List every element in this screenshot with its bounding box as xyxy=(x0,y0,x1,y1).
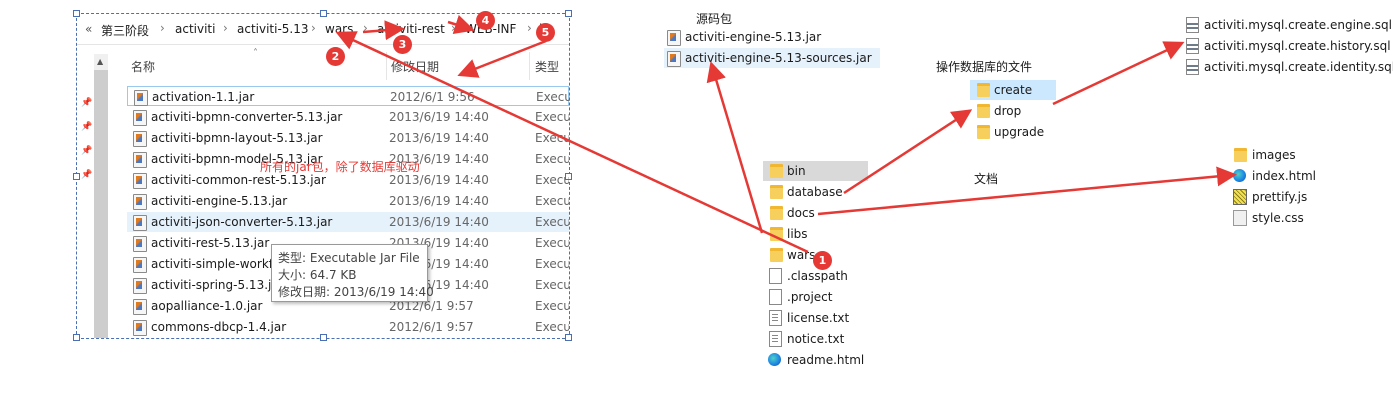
arrow-web-inf xyxy=(447,14,475,34)
arrow-wars xyxy=(335,31,809,254)
arrow-lib xyxy=(457,39,547,78)
arrow-libs-source xyxy=(706,61,764,234)
step-badge: 2 xyxy=(326,47,345,66)
arrow-activiti-rest xyxy=(362,20,405,41)
annotation-arrows xyxy=(335,14,1237,254)
step-badge: 5 xyxy=(536,23,555,42)
step-badge: 3 xyxy=(393,35,412,54)
step-badge: 1 xyxy=(813,251,832,270)
arrow-docs xyxy=(817,166,1237,216)
step-badge: 4 xyxy=(476,11,495,30)
arrow-database xyxy=(843,109,973,195)
arrow-create xyxy=(1052,41,1185,106)
